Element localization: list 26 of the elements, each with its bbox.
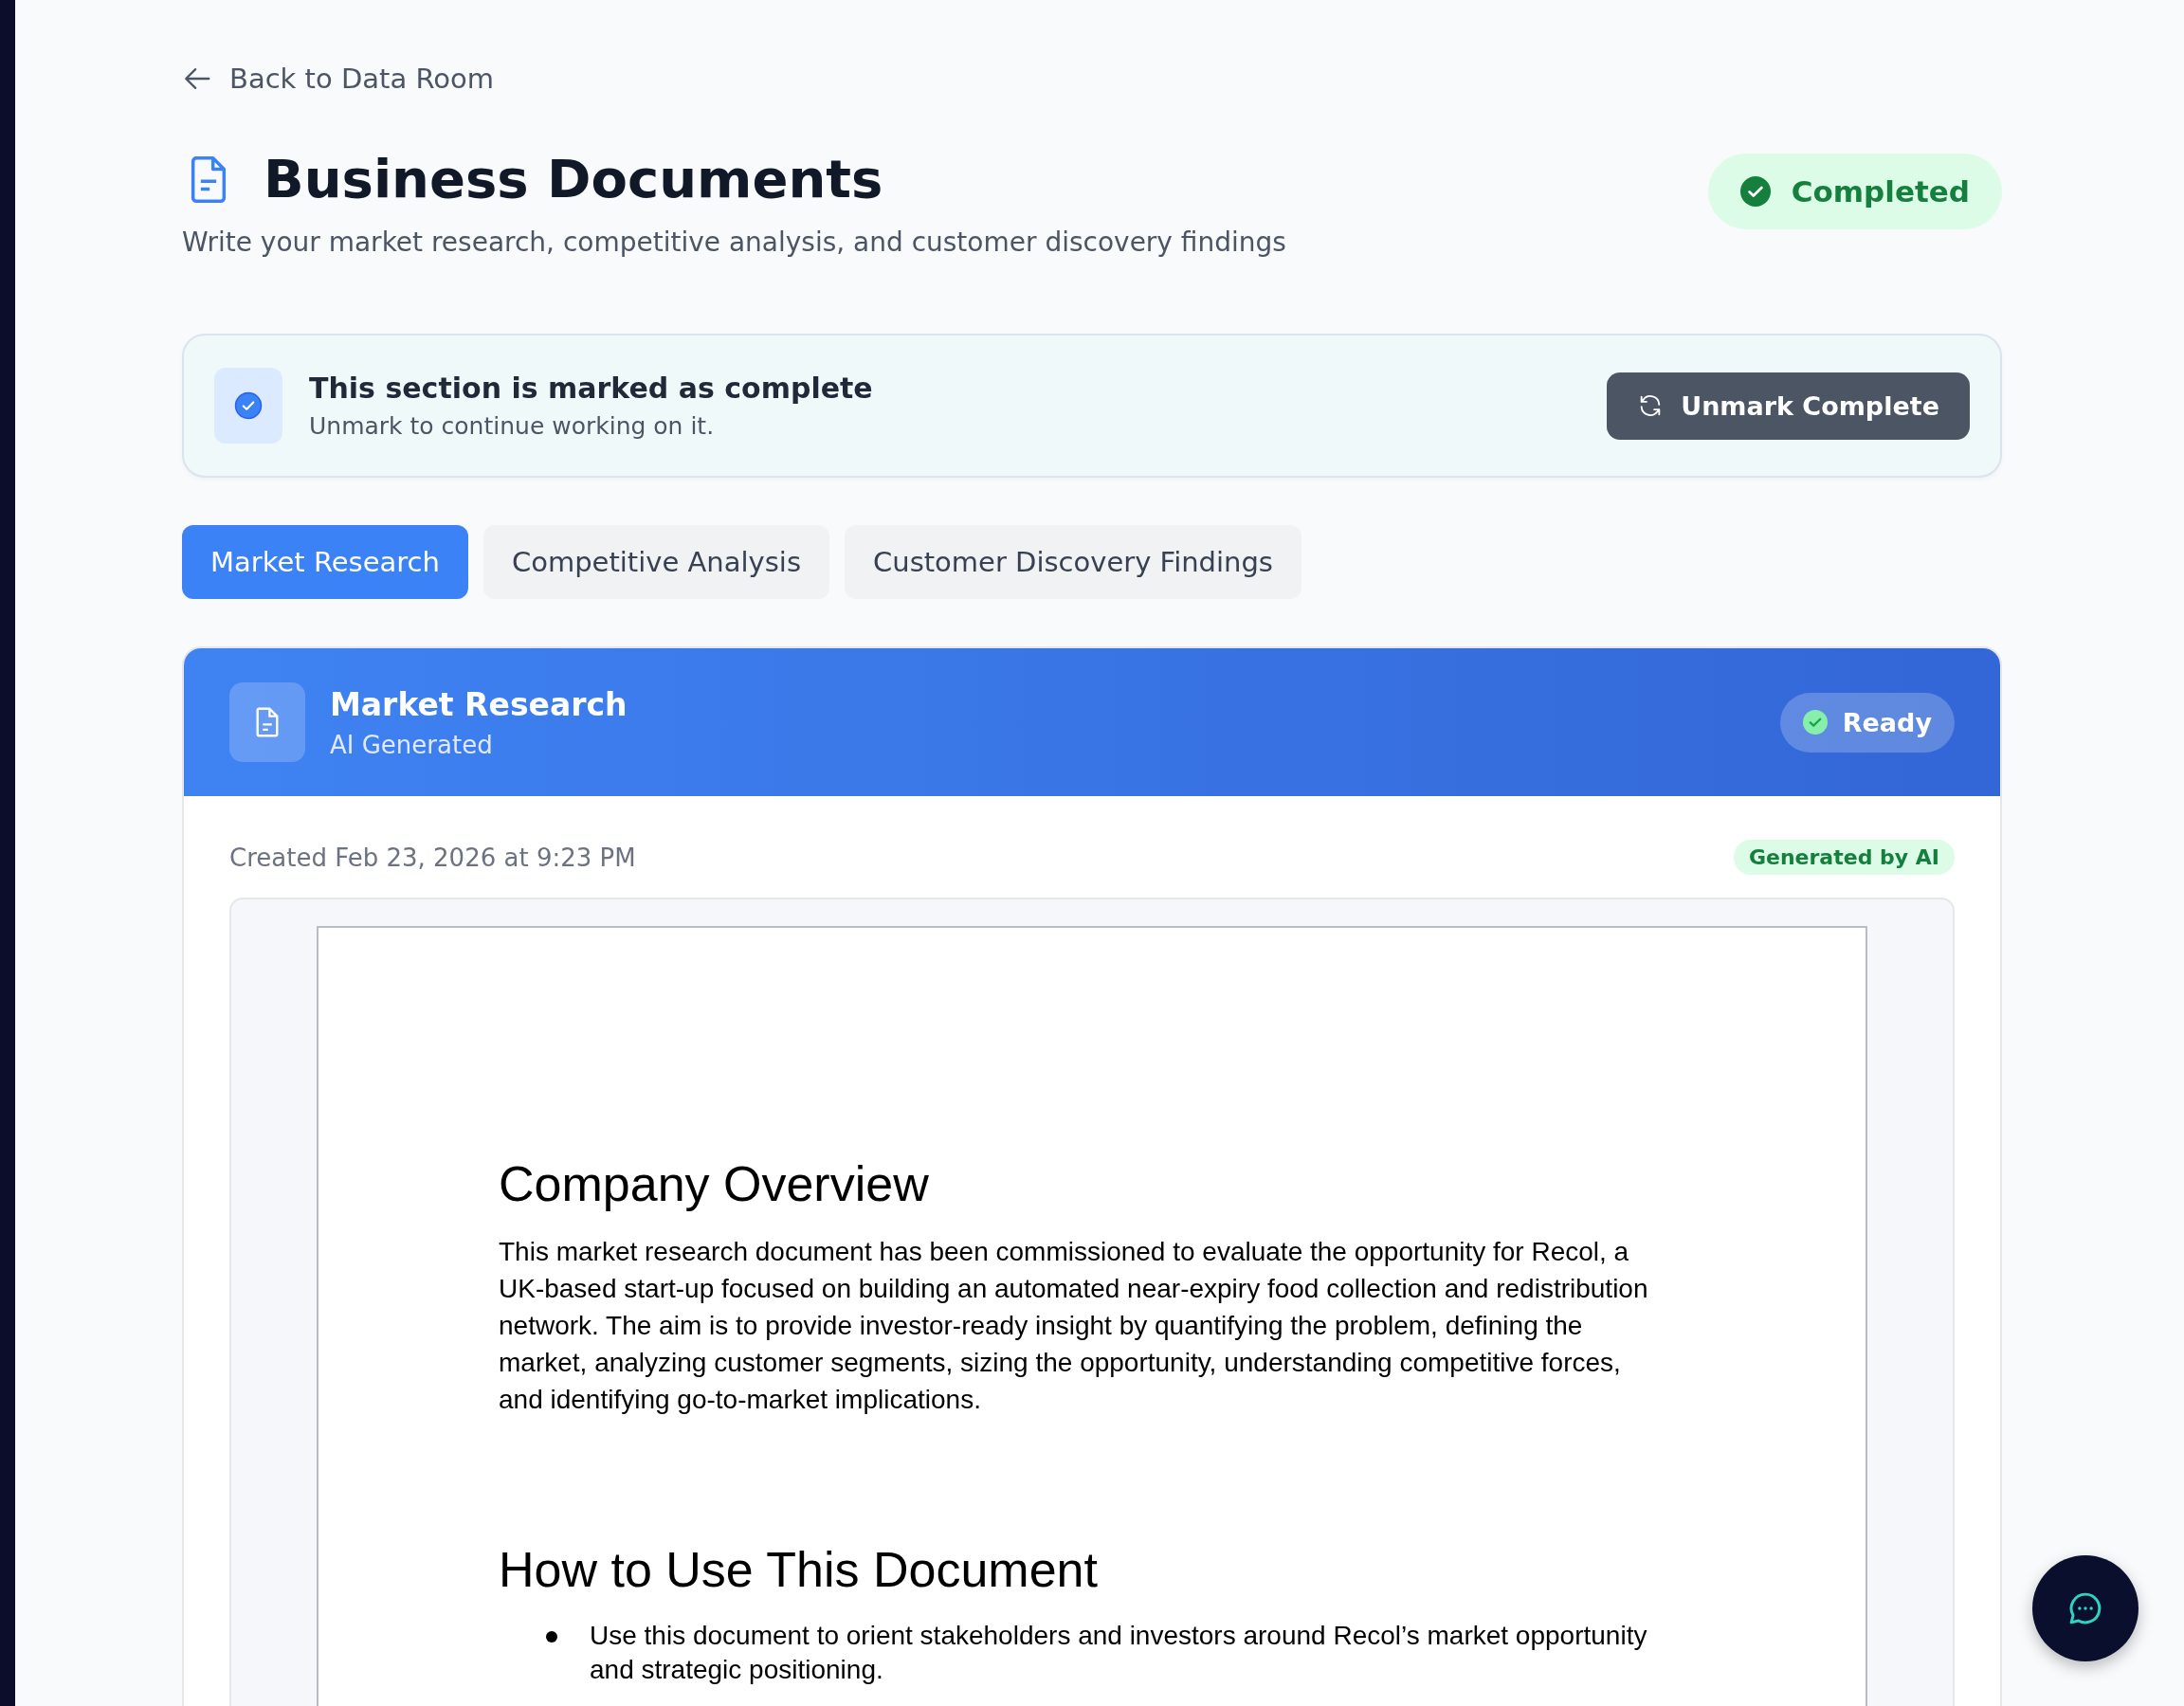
check-circle-icon: [1802, 710, 1828, 735]
page-subtitle: Write your market research, competitive analysis, and customer discovery findings: [182, 227, 1286, 258]
check-circle-icon: [234, 391, 263, 420]
document-heading: How to Use This Document: [499, 1541, 1099, 1598]
page-title: Business Documents: [264, 148, 883, 209]
chat-button[interactable]: [2032, 1555, 2138, 1661]
document-paragraph: This market research document has been commissioned to evaluate the opportunity for Recol, a UK-based start-up focused on building an automated near-expiry food collection and redistribution network. The aim is to provide investor-ready insight by quantifying the problem, defining the market, analyzing customer segments, sizing the opportunity, understanding competitive forces, and identifying go-to-market implications.: [499, 1236, 1649, 1416]
back-link[interactable]: Back to Data Room: [182, 63, 494, 95]
tab[interactable]: Market Research: [182, 525, 468, 599]
tab[interactable]: Competitive Analysis: [482, 525, 829, 599]
checkbox[interactable]: [214, 368, 282, 444]
bullet-icon: [546, 1631, 557, 1642]
check-circle-icon: [1739, 176, 1771, 207]
banner-title: This section is marked as complete: [309, 372, 873, 405]
document-icon: [229, 682, 305, 762]
card-subtitle: AI Generated: [330, 730, 494, 759]
unmark-complete-button[interactable]: Unmark Complete: [1607, 372, 1970, 440]
generated-badge: Generated by AI: [1733, 840, 1955, 875]
status-badge: Ready: [1779, 692, 1955, 753]
document-heading: Company Overview: [499, 1155, 930, 1212]
tab[interactable]: Customer Discovery Findings: [845, 525, 1301, 599]
created-date: Created Feb 23, 2026 at 9:23 PM: [229, 843, 636, 872]
status-badge: Completed: [1707, 154, 2002, 229]
banner-description: Unmark to continue working on it.: [309, 412, 716, 440]
card-title: Market Research: [330, 685, 628, 723]
bullet-text: Use this document to orient stakeholders and investors around Recol’s market opportunity and strategic positioning.: [590, 1620, 1648, 1686]
